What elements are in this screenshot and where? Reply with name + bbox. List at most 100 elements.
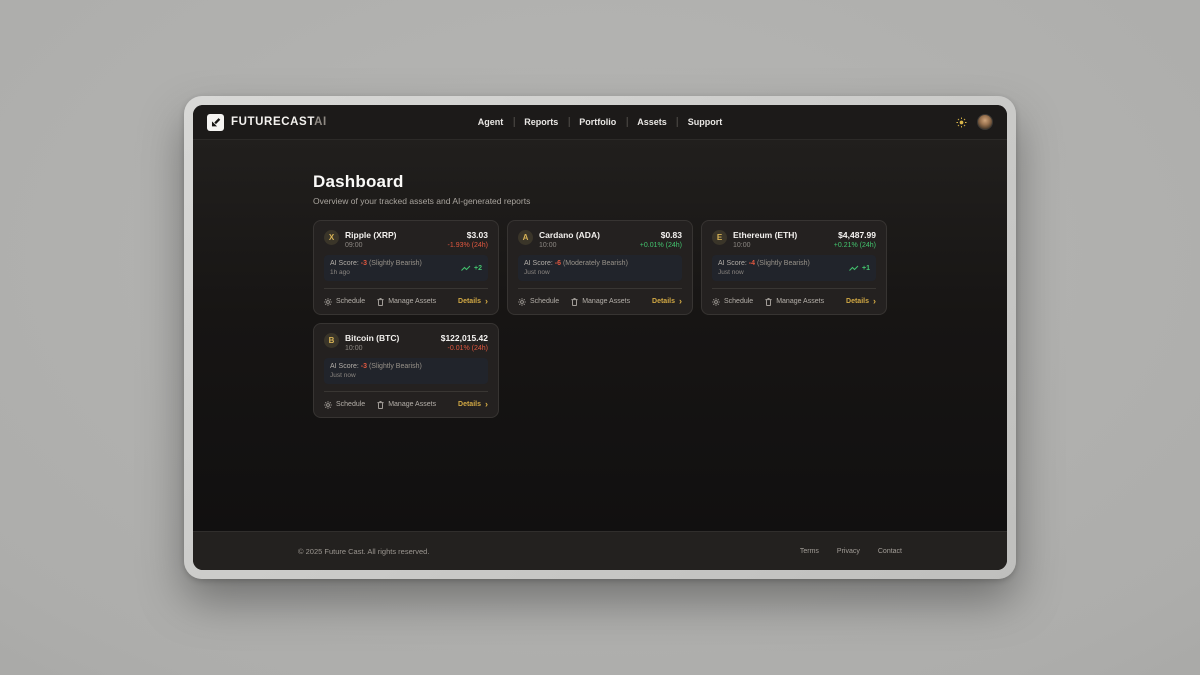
ai-score-value: -3 [361, 260, 367, 267]
sun-icon [956, 117, 967, 128]
trend-up-icon [849, 265, 859, 272]
asset-card-ripple: X Ripple (XRP) 09:00 $3.03 -1.93% (24h) [313, 220, 499, 315]
score-delta: +2 [461, 265, 482, 272]
page-title: Dashboard [313, 172, 887, 192]
asset-name: Ethereum (ETH) [733, 230, 797, 240]
asset-time: 10:00 [539, 242, 600, 249]
manage-assets-button[interactable]: Manage Assets [377, 298, 436, 306]
footer-link-terms[interactable]: Terms [800, 548, 819, 555]
nav-item-agent[interactable]: Agent [468, 117, 514, 127]
schedule-label: Schedule [336, 401, 365, 408]
page-footer: © 2025 Future Cast. All rights reserved.… [193, 531, 1007, 570]
chevron-right-icon: › [679, 297, 682, 306]
manage-assets-button[interactable]: Manage Assets [765, 298, 824, 306]
manage-assets-button[interactable]: Manage Assets [571, 298, 630, 306]
score-delta: +1 [849, 265, 870, 272]
ai-score-label: AI Score: [330, 260, 359, 267]
updated-time: Just now [330, 372, 422, 381]
ai-score-box: AI Score: -6 (Moderately Bearish) Just n… [518, 255, 682, 281]
ai-score-box: AI Score: -3 (Slightly Bearish) Just now [324, 358, 488, 384]
ai-score-value: -3 [361, 363, 367, 370]
gear-icon [324, 298, 332, 306]
trash-icon [571, 298, 578, 306]
ai-score-label: AI Score: [330, 363, 359, 370]
asset-card-ethereum: E Ethereum (ETH) 10:00 $4,487.99 +0.21% … [701, 220, 887, 315]
asset-badge: A [518, 230, 533, 245]
asset-card-grid: X Ripple (XRP) 09:00 $3.03 -1.93% (24h) [313, 220, 887, 418]
footer-links: Terms Privacy Contact [800, 548, 902, 555]
details-link[interactable]: Details › [458, 400, 488, 409]
asset-change: -1.93% (24h) [448, 242, 488, 249]
schedule-label: Schedule [724, 298, 753, 305]
browser-frame: FUTURECASTAI Agent Reports Portfolio Ass… [184, 96, 1016, 579]
trash-icon [377, 298, 384, 306]
top-navbar: FUTURECASTAI Agent Reports Portfolio Ass… [193, 105, 1007, 140]
asset-price: $0.83 [640, 230, 682, 240]
main-content: Dashboard Overview of your tracked asset… [193, 140, 1007, 531]
footer-link-contact[interactable]: Contact [878, 548, 902, 555]
asset-price: $122,015.42 [441, 333, 488, 343]
asset-change: +0.01% (24h) [640, 242, 682, 249]
updated-time: Just now [524, 269, 628, 278]
nav-item-assets[interactable]: Assets [627, 117, 677, 127]
ai-score-value: -6 [555, 260, 561, 267]
ai-score-label: AI Score: [718, 260, 747, 267]
brand-name: FUTURECASTAI [231, 116, 327, 128]
page-subtitle: Overview of your tracked assets and AI-g… [313, 196, 887, 206]
chevron-right-icon: › [873, 297, 876, 306]
details-link[interactable]: Details › [458, 297, 488, 306]
asset-change: +0.21% (24h) [834, 242, 876, 249]
schedule-button[interactable]: Schedule [518, 298, 559, 306]
details-link[interactable]: Details › [846, 297, 876, 306]
manage-assets-label: Manage Assets [582, 298, 630, 305]
user-avatar[interactable] [977, 114, 993, 130]
ai-sentiment: (Slightly Bearish) [757, 260, 810, 267]
asset-card-bitcoin: B Bitcoin (BTC) 10:00 $122,015.42 -0.01%… [313, 323, 499, 418]
card-actions: Schedule Manage Assets [518, 288, 682, 314]
ai-sentiment: (Slightly Bearish) [369, 260, 422, 267]
chevron-right-icon: › [485, 400, 488, 409]
schedule-button[interactable]: Schedule [324, 401, 365, 409]
ai-sentiment: (Moderately Bearish) [563, 260, 628, 267]
nav-item-support[interactable]: Support [678, 117, 733, 127]
asset-name: Cardano (ADA) [539, 230, 600, 240]
trash-icon [765, 298, 772, 306]
chevron-right-icon: › [485, 297, 488, 306]
gear-icon [324, 401, 332, 409]
main-nav: Agent Reports Portfolio Assets Support [468, 105, 733, 139]
updated-time: 1h ago [330, 269, 422, 278]
schedule-button[interactable]: Schedule [712, 298, 753, 306]
asset-name: Ripple (XRP) [345, 230, 396, 240]
asset-price: $3.03 [448, 230, 488, 240]
schedule-button[interactable]: Schedule [324, 298, 365, 306]
asset-price: $4,487.99 [834, 230, 876, 240]
trend-up-icon [461, 265, 471, 272]
asset-change: -0.01% (24h) [441, 345, 488, 352]
card-actions: Schedule Manage Assets [324, 288, 488, 314]
asset-badge: E [712, 230, 727, 245]
nav-item-reports[interactable]: Reports [514, 117, 568, 127]
ai-score-box: AI Score: -4 (Slightly Bearish) Just now… [712, 255, 876, 281]
logo-icon [207, 114, 224, 131]
manage-assets-label: Manage Assets [388, 401, 436, 408]
ai-sentiment: (Slightly Bearish) [369, 363, 422, 370]
asset-time: 10:00 [733, 242, 797, 249]
manage-assets-label: Manage Assets [776, 298, 824, 305]
gear-icon [712, 298, 720, 306]
schedule-label: Schedule [530, 298, 559, 305]
manage-assets-button[interactable]: Manage Assets [377, 401, 436, 409]
asset-name: Bitcoin (BTC) [345, 333, 399, 343]
nav-item-portfolio[interactable]: Portfolio [569, 117, 626, 127]
asset-badge: X [324, 230, 339, 245]
asset-time: 10:00 [345, 345, 399, 352]
brand-logo[interactable]: FUTURECASTAI [207, 114, 327, 131]
footer-link-privacy[interactable]: Privacy [837, 548, 860, 555]
theme-toggle-button[interactable] [956, 117, 967, 128]
card-actions: Schedule Manage Assets [324, 391, 488, 417]
asset-time: 09:00 [345, 242, 396, 249]
updated-time: Just now [718, 269, 810, 278]
ai-score-label: AI Score: [524, 260, 553, 267]
details-link[interactable]: Details › [652, 297, 682, 306]
header-actions [956, 114, 993, 130]
schedule-label: Schedule [336, 298, 365, 305]
